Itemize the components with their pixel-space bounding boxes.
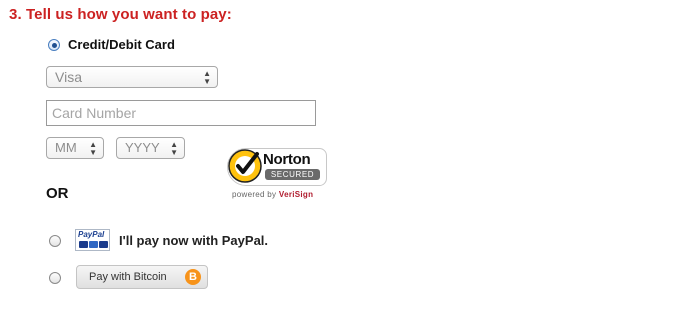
card-logo-icon <box>79 241 88 248</box>
card-logo-icon <box>89 241 98 248</box>
select-arrows-icon: ▲ ▼ <box>203 69 211 86</box>
powered-by-prefix: powered by <box>232 190 279 199</box>
expiry-year-select[interactable]: YYYY ▲ ▼ <box>116 137 185 159</box>
section-title: 3. Tell us how you want to pay: <box>9 6 232 23</box>
card-logo-icon <box>99 241 108 248</box>
credit-card-radio[interactable] <box>48 39 60 51</box>
expiry-year-value: YYYY <box>125 140 160 155</box>
select-arrows-icon: ▲ ▼ <box>170 140 178 157</box>
norton-powered-by: powered by VeriSign <box>232 190 313 199</box>
credit-card-label[interactable]: Credit/Debit Card <box>68 37 175 52</box>
pay-with-bitcoin-button[interactable]: Pay with Bitcoin B <box>76 265 208 289</box>
select-arrows-icon: ▲ ▼ <box>89 140 97 157</box>
verisign-brand: VeriSign <box>278 190 314 199</box>
paypal-radio[interactable] <box>49 235 61 247</box>
card-type-select[interactable]: Visa ▲ ▼ <box>46 66 218 88</box>
card-type-value: Visa <box>55 69 82 85</box>
paypal-label[interactable]: I'll pay now with PayPal. <box>119 233 268 248</box>
bitcoin-icon: B <box>185 269 201 285</box>
paypal-logo-text: PayPal <box>78 230 105 239</box>
norton-checkmark-icon <box>228 149 262 183</box>
card-number-input[interactable] <box>46 100 316 126</box>
or-separator: OR <box>46 185 69 202</box>
paypal-logo: PayPal <box>75 229 110 251</box>
norton-secured-badge[interactable]: Norton SECURED powered by VeriSign <box>227 148 331 204</box>
norton-secured-label: SECURED <box>265 169 320 180</box>
expiry-month-value: MM <box>55 140 77 155</box>
bitcoin-button-label: Pay with Bitcoin <box>89 271 167 283</box>
norton-name: Norton <box>263 151 311 168</box>
bitcoin-radio[interactable] <box>49 272 61 284</box>
expiry-month-select[interactable]: MM ▲ ▼ <box>46 137 104 159</box>
